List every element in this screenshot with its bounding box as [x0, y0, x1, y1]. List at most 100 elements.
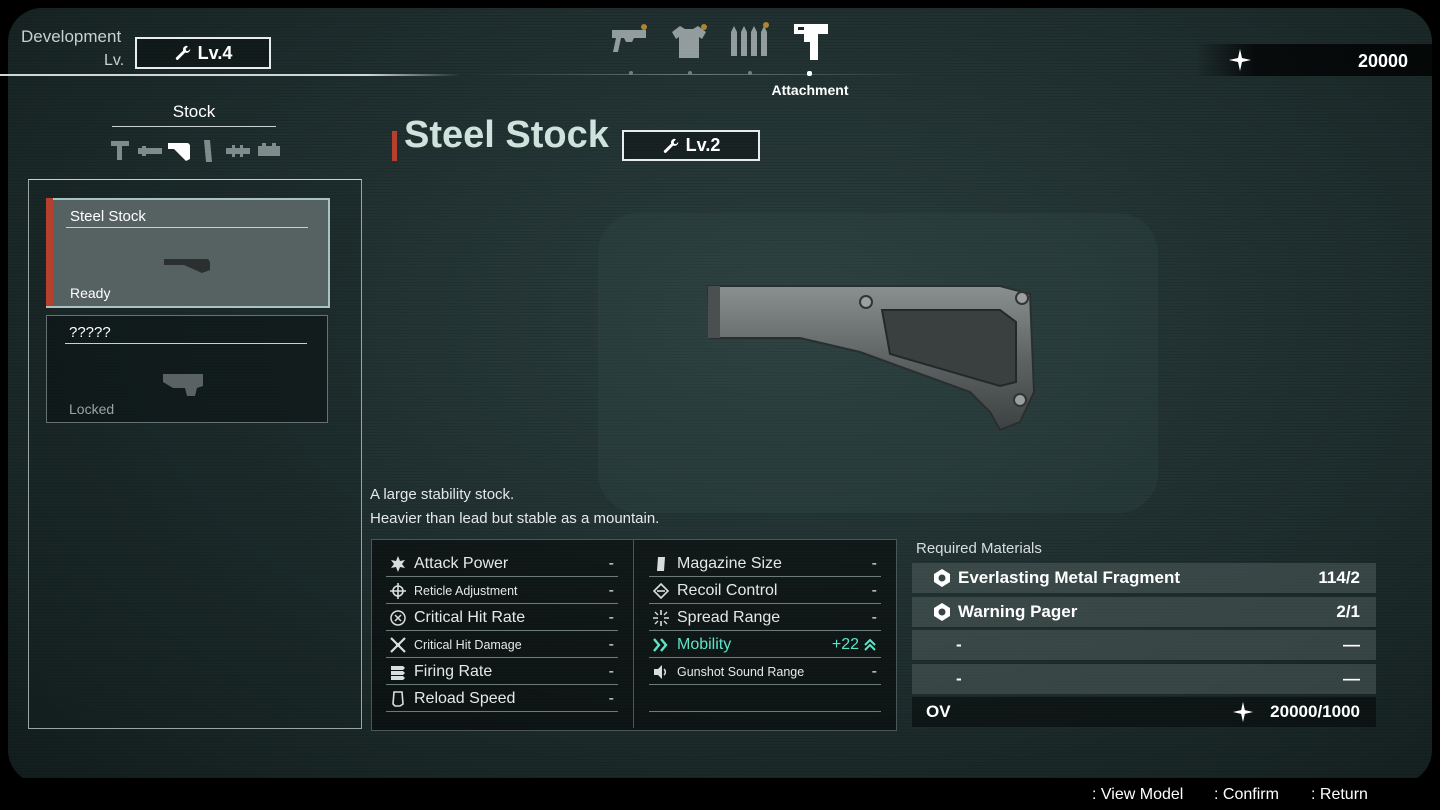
stats-column-divider — [633, 540, 634, 728]
stock-icon[interactable] — [166, 138, 192, 164]
tab-indicator-dot — [748, 71, 752, 75]
stat-label: Recoil Control — [677, 582, 778, 599]
item-description-line2: Heavier than lead but stable as a mounta… — [370, 510, 660, 527]
rounds-icon — [391, 666, 405, 680]
stat-value: - — [871, 555, 877, 572]
wrench-icon — [663, 138, 678, 153]
item-level-badge: Lv.2 — [622, 130, 760, 161]
confirm-label: Confirm — [1222, 786, 1279, 803]
material-row: Everlasting Metal Fragment 114/2 — [912, 563, 1376, 593]
stat-magazine-size: Magazine Size - — [649, 552, 881, 577]
list-item-name: Steel Stock — [70, 208, 146, 225]
material-count: — — [1343, 635, 1360, 654]
development-level-text: Lv.4 — [197, 42, 233, 63]
material-name: Everlasting Metal Fragment — [958, 568, 1181, 587]
list-item-steel-stock[interactable]: Steel Stock Ready — [46, 198, 330, 308]
view-model-label: View Model — [1100, 786, 1184, 803]
sparkle-currency-icon — [1232, 701, 1254, 723]
ammo-icon — [731, 22, 769, 56]
material-count: — — [1343, 669, 1360, 688]
list-item-name: ????? — [69, 324, 111, 341]
list-item-status: Locked — [69, 401, 115, 417]
tab-indicator-dot — [629, 71, 633, 75]
steel-stock-model[interactable] — [700, 282, 1040, 432]
tab-indicator-dot — [688, 71, 692, 75]
stat-reticle-adjustment: Reticle Adjustment - — [386, 579, 618, 604]
stat-value: +22 — [831, 636, 859, 653]
stat-reload-speed: Reload Speed - — [386, 687, 618, 712]
view-model-hint[interactable]: : View Model — [1092, 786, 1183, 804]
header-center-divider — [470, 74, 920, 75]
grip-icon[interactable] — [108, 138, 132, 164]
stat-label: Attack Power — [414, 555, 509, 572]
development-lv-label: Lv. — [104, 52, 125, 69]
material-row: Warning Pager 2/1 — [912, 597, 1376, 627]
development-level-badge: Lv.4 — [135, 37, 271, 69]
ov-cost-value: 20000/1000 — [1270, 702, 1360, 721]
required-materials-title: Required Materials — [916, 540, 1042, 557]
return-hint[interactable]: : Return — [1311, 786, 1368, 804]
material-count: 114/2 — [1318, 568, 1360, 587]
stat-critical-hit-damage: Critical Hit Damage - — [386, 633, 618, 658]
stat-value: - — [871, 582, 877, 599]
currency-value: 20000 — [1357, 51, 1408, 71]
list-item-divider — [65, 343, 307, 344]
stat-value: - — [608, 636, 614, 653]
material-gear-icon — [934, 569, 950, 587]
stat-label: Critical Hit Rate — [414, 609, 526, 626]
critical-target-icon — [390, 610, 406, 626]
tab-ammo[interactable] — [726, 20, 772, 66]
magazine-icon — [657, 557, 665, 571]
list-item-divider — [66, 227, 308, 228]
item-title: Steel Stock — [404, 114, 609, 156]
active-tab-label: Attachment — [771, 82, 849, 98]
increase-arrow-icon — [864, 638, 876, 651]
stat-critical-hit-rate: Critical Hit Rate - — [386, 606, 618, 631]
category-underline — [112, 126, 276, 127]
category-title: Stock — [172, 102, 216, 121]
stat-value: - — [608, 609, 614, 626]
burst-icon — [391, 556, 405, 572]
item-level-text: Lv.2 — [685, 135, 721, 155]
material-name: Warning Pager — [958, 602, 1078, 621]
list-item-status: Ready — [70, 285, 111, 301]
item-description-line1: A large stability stock. — [370, 486, 515, 503]
tab-indicator-active — [807, 71, 812, 76]
stat-label: Magazine Size — [677, 555, 782, 572]
barrel-icon[interactable] — [136, 138, 164, 164]
material-row-empty: - — — [912, 664, 1376, 694]
stat-label: Firing Rate — [414, 663, 493, 680]
double-chevron-icon — [653, 638, 668, 652]
cross-swords-icon — [390, 637, 406, 653]
stat-label: Mobility — [677, 636, 732, 653]
list-item-locked[interactable]: ????? Locked — [46, 315, 328, 423]
button-prompt-colon: : — [1092, 786, 1097, 803]
tab-armor[interactable] — [666, 20, 712, 66]
stat-firing-rate: Firing Rate - — [386, 660, 618, 685]
stat-mobility: Mobility +22 — [649, 633, 881, 658]
header-divider — [0, 74, 460, 76]
magazine-reload-icon — [392, 691, 404, 707]
stat-empty-row — [649, 687, 881, 712]
wrench-icon — [175, 45, 190, 60]
material-name: - — [956, 669, 962, 688]
stat-value: - — [608, 555, 614, 572]
return-label: Return — [1319, 786, 1368, 803]
stat-recoil-control: Recoil Control - — [649, 579, 881, 604]
tab-handgun[interactable] — [608, 20, 654, 66]
stat-label: Critical Hit Damage — [414, 638, 522, 652]
tab-attachment[interactable] — [788, 20, 834, 66]
scope-icon[interactable] — [256, 138, 282, 164]
ov-cost-row: OV 20000/1000 — [912, 697, 1376, 727]
magazine-icon[interactable] — [200, 138, 216, 164]
sound-icon — [654, 665, 667, 679]
title-accent-bar — [392, 131, 397, 161]
muzzle-icon[interactable] — [224, 138, 252, 164]
material-count: 2/1 — [1336, 602, 1360, 621]
steel-stock-thumbnail — [164, 259, 210, 273]
confirm-hint[interactable]: : Confirm — [1214, 786, 1279, 804]
attachment-icon — [794, 24, 828, 60]
category-icon-row — [106, 138, 286, 164]
material-gear-icon — [934, 603, 950, 621]
stat-value: - — [871, 609, 877, 626]
